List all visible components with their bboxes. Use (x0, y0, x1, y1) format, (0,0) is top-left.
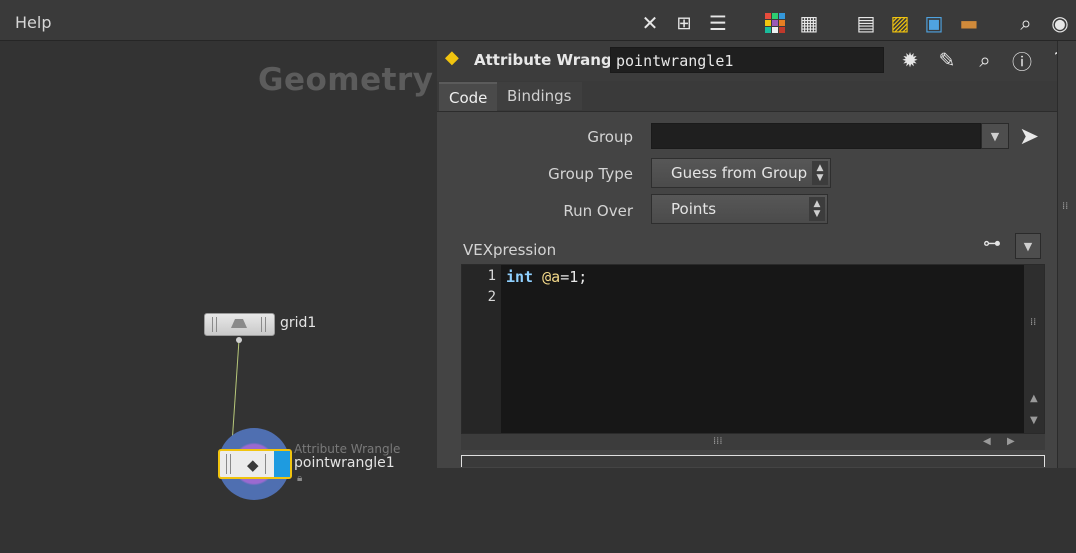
scroll-up-icon[interactable]: ▲ (1030, 393, 1038, 404)
scroll-left-icon[interactable]: ◀ (983, 436, 991, 447)
vexpression-label: VEXpression (463, 241, 557, 259)
group-type-menu[interactable]: Guess from Group ▲ ▼ (651, 158, 831, 188)
run-over-menu[interactable]: Points ▲ ▼ (651, 194, 828, 224)
package-icon[interactable]: ▬ (956, 10, 982, 36)
node-label-grid1: grid1 (280, 315, 317, 331)
pane-scrollbar[interactable]: ⁞⁞ (1057, 41, 1076, 468)
vex-code-editor[interactable]: 1 2 int @a=1; ⁞⁞ ▲ ▼ (461, 264, 1045, 434)
image-add-icon[interactable]: ▣ (921, 10, 947, 36)
line-number-gutter: 1 2 (462, 265, 501, 433)
grid-layout-icon[interactable]: ▦ (796, 10, 822, 36)
group-field[interactable] (651, 123, 981, 149)
editor-horizontal-scrollbar[interactable]: ⁞⁞⁞ ◀ ▶ (461, 434, 1045, 450)
tree-icon[interactable]: ⊞ (671, 10, 697, 36)
code-keyword: int (506, 268, 534, 286)
brush-icon[interactable]: ✎ (934, 47, 960, 73)
group-label: Group (587, 128, 633, 146)
note-icon[interactable]: ▨ (887, 10, 913, 36)
editor-vertical-scrollbar[interactable]: ⁞⁞ ▲ ▼ (1024, 265, 1044, 433)
pointer-select-icon[interactable]: ➤ (1019, 122, 1039, 150)
updown-icon: ▲ ▼ (809, 197, 825, 221)
wrangle-node-icon: ◆ (247, 456, 259, 474)
node-grid1[interactable] (204, 313, 275, 336)
node-name-input[interactable]: pointwrangle1 (610, 47, 884, 73)
scroll-grip-icon: ⁞⁞ (1030, 317, 1037, 328)
parameter-tabs: Code Bindings (437, 82, 1057, 111)
line-number: 2 (487, 289, 496, 305)
wrangle-type-icon[interactable]: ◆ (445, 47, 469, 71)
group-dropdown-button[interactable]: ▼ (981, 123, 1009, 149)
panel-icon[interactable]: ▤ (853, 10, 879, 36)
chevron-down-icon: ▼ (1023, 239, 1033, 253)
vex-presets-dropdown[interactable]: ▼ (1015, 233, 1041, 259)
palette-icon[interactable] (762, 10, 788, 36)
node-type-label: Attribute Wrangle (294, 442, 401, 456)
scroll-down-icon[interactable]: ▼ (1030, 415, 1038, 426)
code-line: int @a=1; (506, 268, 587, 286)
scroll-right-icon[interactable]: ▶ (1007, 436, 1015, 447)
node-type-title: Attribute Wrangle (474, 51, 628, 69)
code-expression: =1; (560, 268, 588, 286)
tools-icon[interactable]: ✕ (637, 10, 663, 36)
parameter-header: ◆ Attribute Wrangle pointwrangle1 ✹ ✎ ⌕ … (437, 41, 1076, 81)
search-icon[interactable]: ⌕ (972, 47, 998, 73)
node-pointwrangle1[interactable]: ◆ (218, 449, 292, 479)
scroll-grip-icon: ⁞⁞ (1062, 201, 1069, 212)
eye-icon[interactable]: ◉ (1047, 10, 1073, 36)
chevron-down-icon: ▼ (990, 129, 1000, 143)
grid-node-icon (231, 319, 247, 328)
tab-bindings[interactable]: Bindings (497, 82, 582, 110)
line-number: 1 (487, 268, 496, 284)
search-icon[interactable]: ⌕ (1013, 10, 1039, 36)
gear-icon[interactable]: ✹ (897, 47, 923, 73)
editor-bottom-controls (461, 455, 1045, 467)
run-over-label: Run Over (563, 202, 633, 220)
info-icon[interactable]: ⓘ (1009, 47, 1035, 74)
lock-icon[interactable]: 🔒︎ (297, 473, 302, 484)
tab-code[interactable]: Code (439, 82, 498, 111)
group-type-value: Guess from Group (671, 164, 808, 182)
code-attribute: @a (542, 268, 561, 286)
add-parameter-icon[interactable]: ⊶ (983, 233, 1001, 254)
node-label-pointwrangle1: pointwrangle1 (294, 455, 395, 471)
updown-icon: ▲ ▼ (812, 161, 828, 185)
scroll-grip-icon: ⁞⁞⁞ (713, 436, 723, 447)
parameter-pane: ◆ Attribute Wrangle pointwrangle1 ✹ ✎ ⌕ … (437, 41, 1076, 468)
run-over-value: Points (671, 200, 717, 218)
display-flag[interactable] (274, 451, 290, 477)
list-icon[interactable]: ☰ (705, 10, 731, 36)
group-type-label: Group Type (548, 165, 633, 183)
